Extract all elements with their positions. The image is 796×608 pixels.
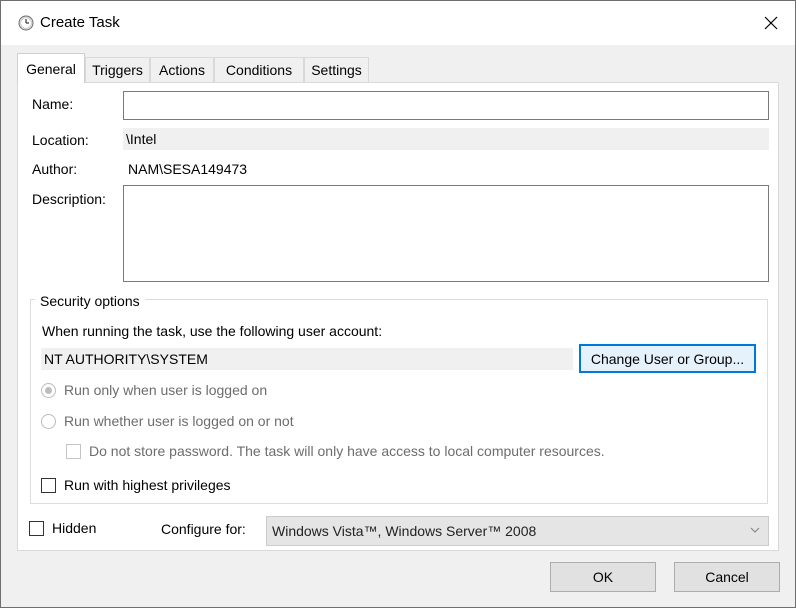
author-value: NAM\SESA149473 bbox=[128, 161, 248, 177]
tab-actions[interactable]: Actions bbox=[150, 57, 214, 82]
hidden-label: Hidden bbox=[52, 520, 97, 536]
location-label: Location: bbox=[32, 132, 89, 148]
cancel-label: Cancel bbox=[705, 569, 749, 585]
do-not-store-password-label: Do not store password. The task will onl… bbox=[89, 443, 605, 459]
do-not-store-password-checkbox[interactable] bbox=[66, 444, 81, 459]
tab-conditions[interactable]: Conditions bbox=[214, 57, 304, 82]
tab-label: General bbox=[26, 60, 76, 77]
tab-label: Conditions bbox=[225, 62, 293, 78]
change-user-or-group-button[interactable]: Change User or Group... bbox=[579, 344, 756, 373]
tab-triggers[interactable]: Triggers bbox=[85, 57, 150, 82]
location-value: \Intel bbox=[123, 128, 769, 150]
clock-icon bbox=[18, 15, 34, 31]
security-options-legend: Security options bbox=[35, 293, 145, 309]
window-title: Create Task bbox=[40, 14, 120, 31]
account-prompt: When running the task, use the following… bbox=[42, 323, 383, 339]
run-whether-logged-on-label: Run whether user is logged on or not bbox=[64, 413, 294, 429]
run-only-logged-on-label: Run only when user is logged on bbox=[64, 382, 268, 398]
description-label: Description: bbox=[32, 191, 106, 207]
run-highest-privileges-label: Run with highest privileges bbox=[64, 477, 231, 493]
title-bar: Create Task bbox=[1, 1, 795, 45]
configure-for-label: Configure for: bbox=[161, 521, 246, 537]
configure-for-value: Windows Vista™, Windows Server™ 2008 bbox=[272, 523, 537, 539]
tab-label: Actions bbox=[159, 62, 205, 78]
close-button[interactable] bbox=[755, 7, 787, 39]
configure-for-select[interactable]: Windows Vista™, Windows Server™ 2008 bbox=[266, 516, 769, 546]
user-account-value: NT AUTHORITY\SYSTEM bbox=[41, 348, 573, 370]
name-input[interactable] bbox=[123, 91, 769, 120]
tab-general[interactable]: General bbox=[17, 53, 85, 83]
cancel-button[interactable]: Cancel bbox=[674, 562, 780, 592]
change-user-label: Change User or Group... bbox=[590, 350, 745, 367]
create-task-dialog: Create Task General Triggers Actions Con… bbox=[0, 0, 796, 608]
tab-settings[interactable]: Settings bbox=[304, 57, 369, 82]
location-text: \Intel bbox=[126, 131, 157, 147]
chevron-down-icon bbox=[750, 527, 760, 533]
tab-label: Triggers bbox=[92, 62, 143, 78]
author-label: Author: bbox=[32, 161, 78, 177]
tab-label: Settings bbox=[311, 62, 362, 78]
name-label: Name: bbox=[32, 96, 74, 112]
run-highest-privileges-checkbox[interactable] bbox=[41, 478, 56, 493]
user-account-text: NT AUTHORITY\SYSTEM bbox=[44, 351, 208, 367]
close-icon bbox=[764, 16, 778, 30]
description-input[interactable] bbox=[123, 185, 769, 282]
run-only-logged-on-radio[interactable] bbox=[41, 383, 56, 398]
ok-button[interactable]: OK bbox=[550, 562, 656, 592]
run-whether-logged-on-radio[interactable] bbox=[41, 414, 56, 429]
hidden-checkbox[interactable] bbox=[29, 521, 44, 536]
ok-label: OK bbox=[592, 569, 614, 585]
